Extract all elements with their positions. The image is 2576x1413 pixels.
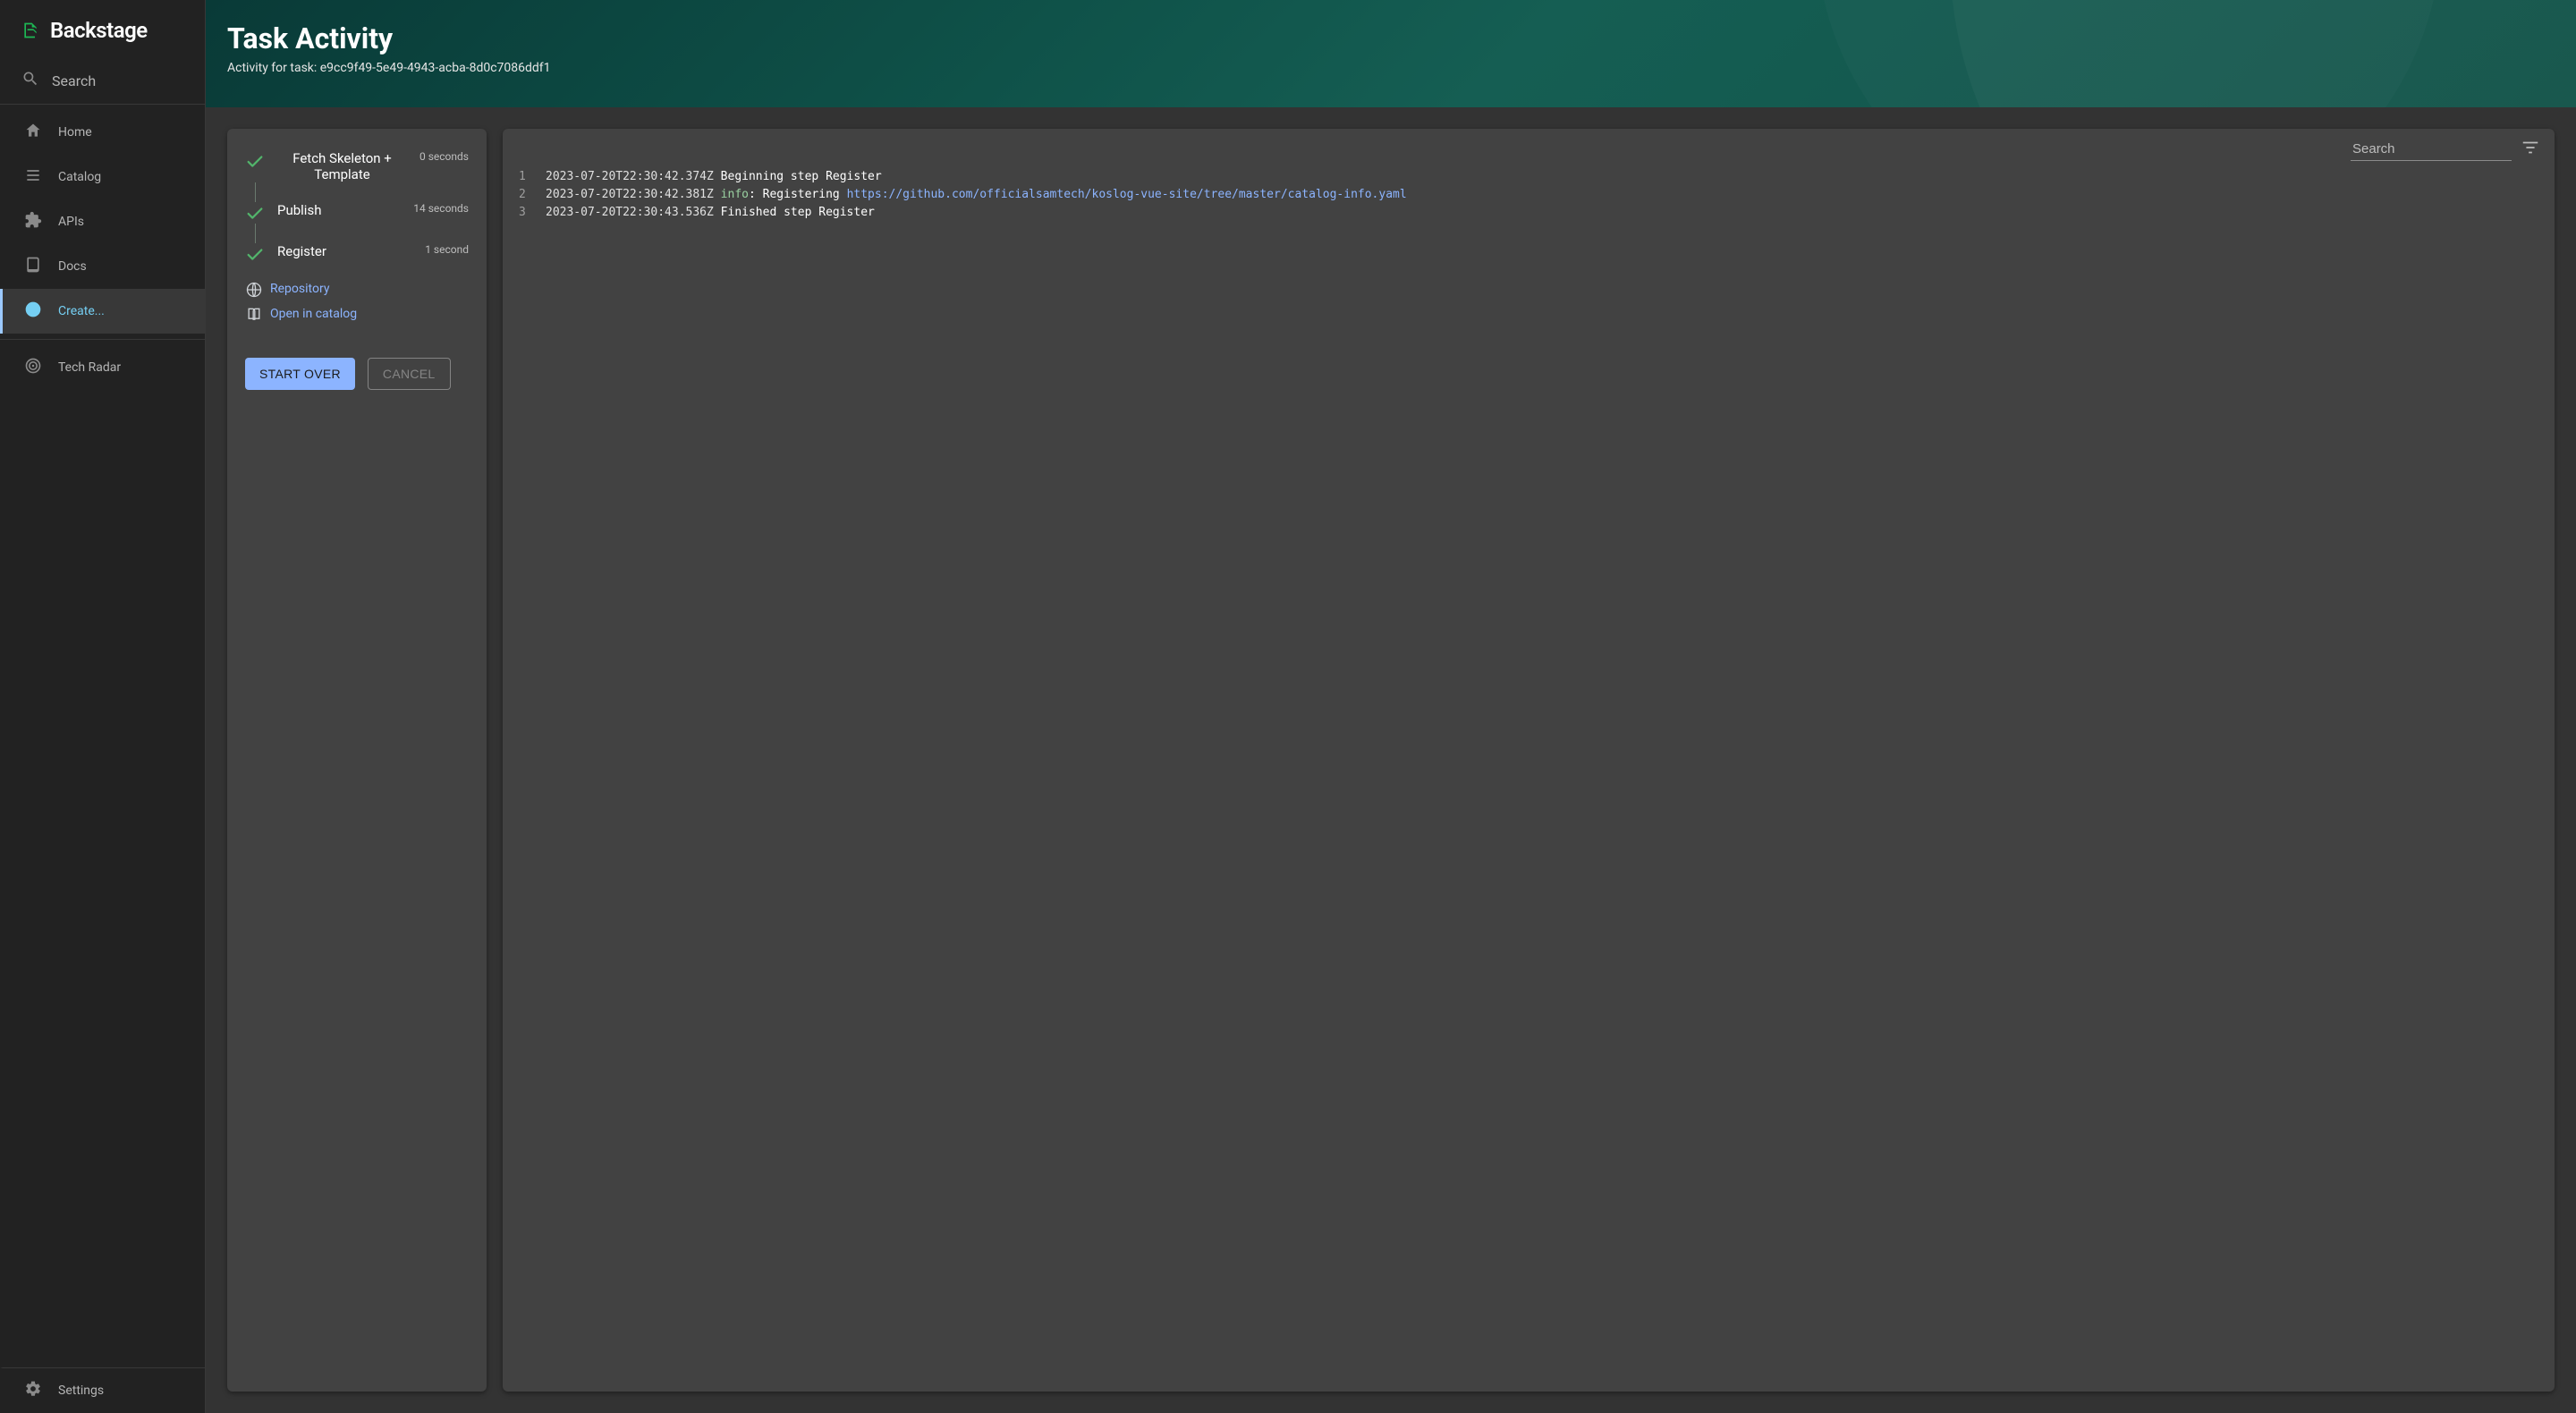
list-icon xyxy=(24,166,42,188)
sidebar-search[interactable]: Search xyxy=(0,61,205,105)
log-line: 12023-07-20T22:30:42.374Z Beginning step… xyxy=(546,168,2540,186)
task-step: Publish 14 seconds xyxy=(245,202,469,224)
repository-link-row: Repository xyxy=(245,281,469,297)
task-step-duration: 0 seconds xyxy=(419,150,469,163)
page-title: Task Activity xyxy=(227,21,2555,55)
sidebar-search-label: Search xyxy=(52,72,96,89)
main: Task Activity Activity for task: e9cc9f4… xyxy=(206,0,2576,1413)
check-icon xyxy=(245,152,265,172)
task-log-card: 12023-07-20T22:30:42.374Z Beginning step… xyxy=(503,129,2555,1392)
sidebar-item-catalog[interactable]: Catalog xyxy=(0,155,205,199)
task-step-duration: 1 second xyxy=(425,243,469,256)
sidebar: Backstage Search Home Catalog APIs xyxy=(0,0,206,1413)
sidebar-item-label: Tech Radar xyxy=(58,360,121,375)
backstage-logo-icon xyxy=(18,18,43,43)
log-line: 22023-07-20T22:30:42.381Z info: Register… xyxy=(546,186,2540,204)
sidebar-item-label: Docs xyxy=(58,259,87,274)
sidebar-item-label: Home xyxy=(58,125,92,140)
sidebar-item-apis[interactable]: APIs xyxy=(0,199,205,244)
task-step: Register 1 second xyxy=(245,243,469,265)
sidebar-item-home[interactable]: Home xyxy=(0,110,205,155)
target-icon xyxy=(24,357,42,378)
sidebar-item-label: Create... xyxy=(58,304,105,318)
log-line-number: 1 xyxy=(519,168,526,186)
log-line: 32023-07-20T22:30:43.536Z Finished step … xyxy=(546,204,2540,222)
sidebar-item-settings[interactable]: Settings xyxy=(0,1367,205,1413)
step-connector xyxy=(255,182,469,202)
sidebar-item-docs[interactable]: Docs xyxy=(0,244,205,289)
filter-icon[interactable] xyxy=(2521,138,2540,161)
page-header: Task Activity Activity for task: e9cc9f4… xyxy=(206,0,2576,107)
task-step-title: Register xyxy=(277,243,412,259)
sidebar-item-tech-radar[interactable]: Tech Radar xyxy=(0,345,205,390)
sidebar-item-label: APIs xyxy=(58,215,84,229)
open-catalog-link[interactable]: Open in catalog xyxy=(270,307,357,321)
sidebar-item-create[interactable]: Create... xyxy=(0,289,205,334)
task-step-title: Publish xyxy=(277,202,401,218)
sidebar-item-label: Catalog xyxy=(58,170,101,184)
sidebar-divider xyxy=(0,339,205,340)
brand: Backstage xyxy=(0,0,205,61)
sidebar-item-label: Settings xyxy=(58,1383,104,1398)
globe-icon xyxy=(245,281,261,297)
home-icon xyxy=(24,122,42,143)
task-step: Fetch Skeleton + Template 0 seconds xyxy=(245,150,469,182)
page-subtitle: Activity for task: e9cc9f49-5e49-4943-ac… xyxy=(227,61,2555,75)
step-connector xyxy=(255,224,469,243)
open-catalog-link-row: Open in catalog xyxy=(245,306,469,322)
repository-link[interactable]: Repository xyxy=(270,282,329,296)
log-body: 12023-07-20T22:30:42.374Z Beginning step… xyxy=(503,161,2555,236)
sidebar-nav: Home Catalog APIs Docs Create... Tech xyxy=(0,105,205,390)
puzzle-icon xyxy=(24,211,42,233)
start-over-button[interactable]: START OVER xyxy=(245,358,355,390)
check-icon xyxy=(245,204,265,224)
log-line-number: 3 xyxy=(519,204,526,222)
plus-circle-icon xyxy=(24,300,42,322)
book-icon xyxy=(24,256,42,277)
check-icon xyxy=(245,245,265,265)
brand-name: Backstage xyxy=(50,18,148,43)
task-steps-card: Fetch Skeleton + Template 0 seconds Publ… xyxy=(227,129,487,1392)
task-step-title: Fetch Skeleton + Template xyxy=(277,150,407,182)
search-icon xyxy=(21,70,39,91)
log-search-input[interactable] xyxy=(2351,138,2512,161)
log-line-number: 2 xyxy=(519,186,526,204)
gear-icon xyxy=(24,1380,42,1401)
cancel-button[interactable]: CANCEL xyxy=(368,358,451,390)
book-icon xyxy=(245,306,261,322)
task-step-duration: 14 seconds xyxy=(413,202,469,215)
